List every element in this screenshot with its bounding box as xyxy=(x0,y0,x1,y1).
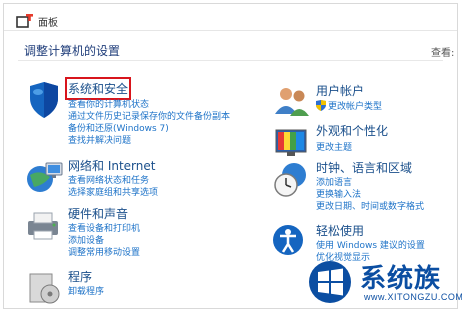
shield-icon xyxy=(30,82,58,118)
users-icon xyxy=(275,88,309,116)
category-title-hardware[interactable]: 硬件和声音 xyxy=(68,205,128,222)
watermark-url: www.XITONGZU.COM xyxy=(364,292,462,302)
site-watermark: 系统族 www.XITONGZU.COM xyxy=(306,254,462,308)
link-change-date-time-format[interactable]: 更改日期、时间或数字格式 xyxy=(316,199,424,212)
link-uninstall-program[interactable]: 卸载程序 xyxy=(68,284,104,297)
link-change-theme[interactable]: 更改主题 xyxy=(316,140,352,153)
category-title-programs[interactable]: 程序 xyxy=(68,268,92,285)
category-title-network[interactable]: 网络和 Internet xyxy=(68,157,155,174)
page-title: 调整计算机的设置 xyxy=(24,44,121,58)
view-by-label[interactable]: 查看: xyxy=(431,44,454,59)
category-title-appearance[interactable]: 外观和个性化 xyxy=(316,122,388,139)
uac-shield-icon xyxy=(316,100,326,111)
category-title-user-accounts[interactable]: 用户帐户 xyxy=(316,82,364,99)
windows-logo-icon xyxy=(309,261,351,303)
category-title-system-security[interactable]: 系统和安全 xyxy=(64,77,132,100)
clock-globe-icon xyxy=(274,163,306,197)
watermark-name: 系统族 xyxy=(360,264,442,294)
appearance-icon xyxy=(275,129,307,156)
category-title-ease-of-access[interactable]: 轻松使用 xyxy=(316,222,364,239)
link-troubleshoot[interactable]: 查找并解决问题 xyxy=(68,133,131,146)
category-title-clock-language[interactable]: 时钟、语言和区域 xyxy=(316,159,412,176)
programs-icon xyxy=(29,273,60,304)
window-title: 面板 xyxy=(38,18,58,29)
link-homegroup-sharing[interactable]: 选择家庭组和共享选项 xyxy=(68,185,158,198)
printer-icon xyxy=(28,212,58,240)
control-panel-icon xyxy=(16,14,33,28)
title-bar: 面板 xyxy=(4,4,457,31)
divider xyxy=(18,60,443,61)
link-mobility-settings[interactable]: 调整常用移动设置 xyxy=(68,245,140,258)
network-globe-icon xyxy=(27,162,63,192)
link-change-account-type[interactable]: 更改帐户类型 xyxy=(328,99,382,112)
